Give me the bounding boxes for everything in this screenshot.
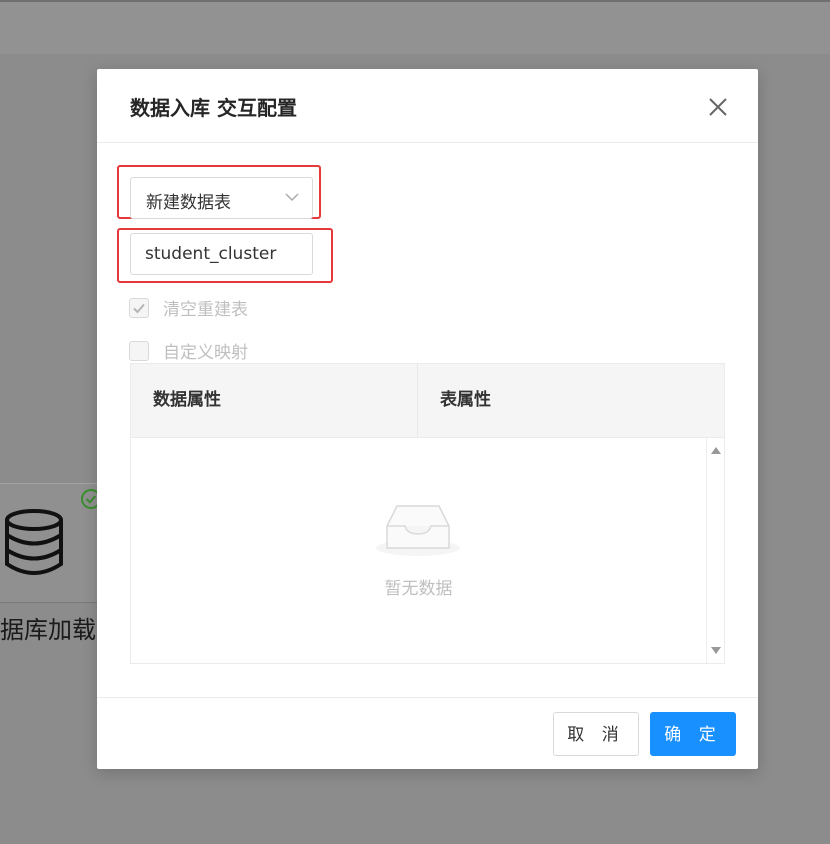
table-scrollbar[interactable] [706, 438, 725, 663]
column-header-data-attribute: 数据属性 [153, 390, 221, 410]
custom-mapping-checkbox[interactable] [129, 340, 149, 361]
chevron-down-icon [285, 193, 299, 202]
modal-title: 数据入库 交互配置 [130, 96, 297, 120]
inbox-icon [376, 505, 460, 556]
close-icon[interactable] [707, 96, 729, 118]
cancel-button[interactable]: 取 消 [553, 712, 639, 756]
custom-mapping-label: 自定义映射 [163, 343, 248, 363]
custom-mapping-row[interactable]: 自定义映射 [129, 338, 248, 363]
background-header-band [0, 2, 830, 54]
clear-rebuild-label: 清空重建表 [163, 300, 248, 320]
table-name-input[interactable] [130, 233, 313, 275]
check-icon [133, 303, 145, 313]
clear-rebuild-checkbox[interactable] [129, 297, 149, 318]
table-mode-select[interactable]: 新建数据表 [130, 177, 313, 219]
background-node-label: 据库加载 [0, 616, 96, 644]
background-node-card[interactable] [0, 483, 101, 603]
database-icon [5, 509, 63, 575]
ok-button[interactable]: 确 定 [650, 712, 736, 756]
header-divider [417, 364, 418, 437]
column-header-table-attribute: 表属性 [440, 390, 491, 410]
mapping-table: 数据属性 表属性 暂无数据 [130, 363, 725, 664]
clear-rebuild-row[interactable]: 清空重建表 [129, 295, 248, 320]
table-mode-select-value: 新建数据表 [146, 193, 231, 213]
caret-down-icon[interactable] [711, 647, 721, 655]
table-header: 数据属性 表属性 [131, 364, 724, 438]
modal-footer: 取 消 确 定 [97, 697, 758, 770]
modal-header: 数据入库 交互配置 [97, 69, 758, 143]
config-modal: 数据入库 交互配置 新建数据表 清空重建表 自定义映射 数据属性 表属性 [97, 69, 758, 769]
empty-state-text: 暂无数据 [384, 579, 453, 599]
caret-up-icon[interactable] [711, 446, 721, 454]
